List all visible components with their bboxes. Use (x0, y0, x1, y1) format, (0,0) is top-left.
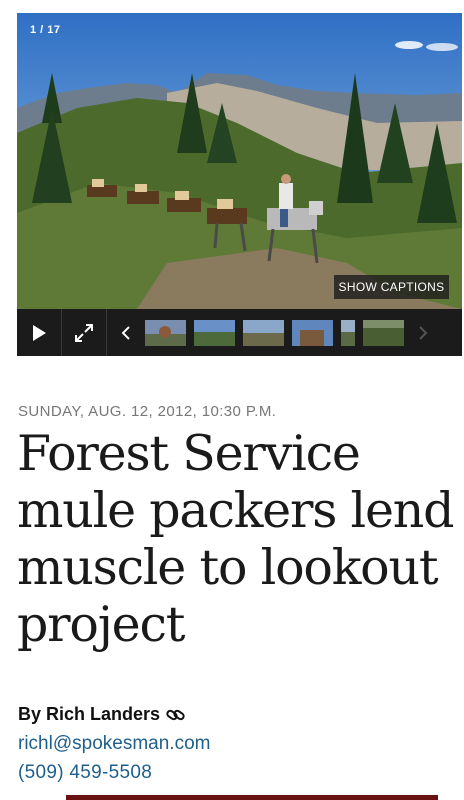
thumbnail-5[interactable] (341, 319, 355, 346)
thumbnail-2[interactable] (194, 319, 235, 346)
fullscreen-button[interactable] (62, 309, 107, 356)
play-button[interactable] (17, 309, 62, 356)
thumbnail-6[interactable] (363, 319, 404, 346)
next-thumbnails-button[interactable] (404, 309, 442, 356)
previous-thumbnails-button[interactable] (107, 309, 145, 356)
link-icon (166, 709, 185, 720)
author-email-link[interactable]: richl@spokesman.com (18, 733, 210, 755)
slide-counter: 1 / 17 (30, 24, 61, 36)
thumbnail-1[interactable] (145, 319, 186, 346)
thumbnail-3[interactable] (243, 319, 284, 346)
accent-bar (66, 795, 438, 800)
gallery-controls (17, 309, 462, 356)
thumbnail-strip (145, 319, 404, 346)
author-phone-link[interactable]: (509) 459-5508 (18, 762, 152, 784)
author-byline[interactable]: By Rich Landers (18, 704, 186, 725)
play-icon (33, 324, 46, 341)
article-headline: Forest Service mule packers lend muscle … (17, 425, 455, 653)
photo-gallery[interactable]: 1 / 17 SHOW CAPTIONS (17, 13, 462, 356)
author-name[interactable]: By Rich Landers (18, 704, 160, 725)
expand-icon (75, 323, 93, 342)
chevron-right-icon (419, 325, 428, 340)
article-dateline: SUNDAY, AUG. 12, 2012, 10:30 P.M. (18, 403, 277, 420)
thumbnail-4[interactable] (292, 319, 333, 346)
show-captions-button[interactable]: SHOW CAPTIONS (334, 275, 449, 299)
chevron-left-icon (121, 325, 130, 340)
gallery-photo[interactable] (17, 13, 462, 309)
